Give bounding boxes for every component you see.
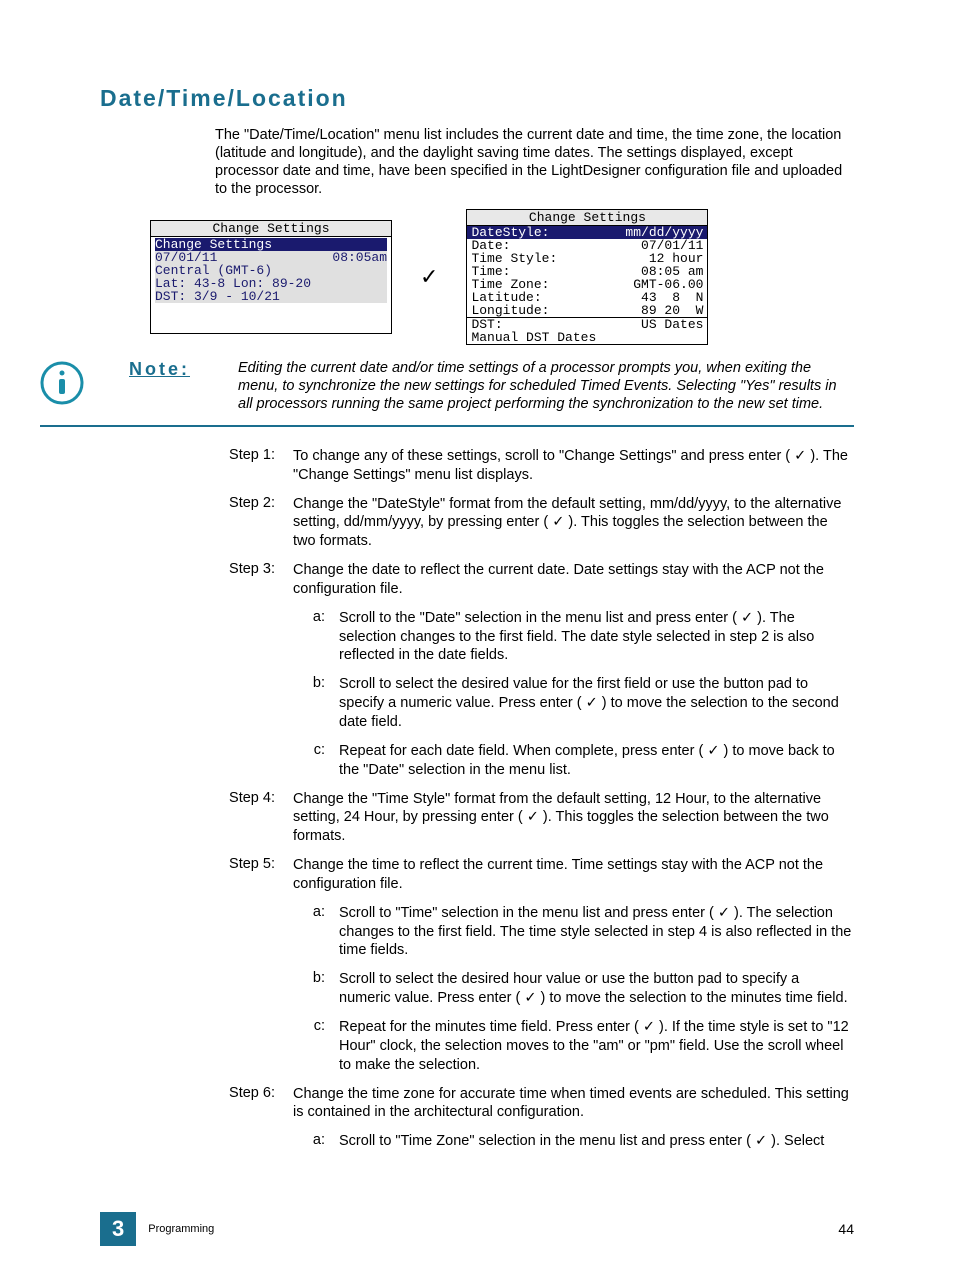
note-block: Note: Editing the current date and/or ti… <box>40 359 854 427</box>
step6a-label: a: <box>307 1132 325 1151</box>
step6-label: Step 6: <box>215 1085 275 1123</box>
check-icon: ✓ <box>707 742 719 761</box>
footer: 3 Programming 44 <box>100 1212 854 1246</box>
sb-r1r: 07/01/11 <box>641 239 703 252</box>
sb-r2r: 12 hour <box>649 252 704 265</box>
step3a-label: a: <box>307 609 325 666</box>
step5b-body: Scroll to select the desired hour value … <box>339 970 854 1008</box>
check-icon: ✓ <box>741 609 753 628</box>
step2-label: Step 2: <box>215 495 275 552</box>
step5-body: Change the time to reflect the current t… <box>293 856 854 894</box>
screen-right: Change Settings DateStyle: mm/dd/yyyy Dat… <box>466 209 708 345</box>
check-icon: ✓ <box>718 904 730 923</box>
screen-left-title: Change Settings <box>151 221 391 237</box>
intro-paragraph: The "Date/Time/Location" menu list inclu… <box>215 126 854 199</box>
page-number: 44 <box>838 1221 854 1237</box>
screen-right-title: Change Settings <box>467 210 707 226</box>
steps-list: Step 1: To change any of these settings,… <box>215 447 854 1151</box>
step5c-body: Repeat for the minutes time field. Press… <box>339 1018 854 1075</box>
step1-label: Step 1: <box>215 447 275 485</box>
sb-r3r: 08:05 am <box>641 265 703 278</box>
sb-r3l: Time: <box>471 265 510 278</box>
check-icon: ✓ <box>794 447 806 466</box>
arrow-icon: ✓ <box>420 264 438 290</box>
check-icon: ✓ <box>643 1018 655 1037</box>
sb-r6r: 89 20 W <box>641 304 703 317</box>
scr-a-row2r: 08:05am <box>332 251 387 264</box>
sb-r2l: Time Style: <box>471 252 557 265</box>
screen-left: Change Settings Change Settings 07/01/11… <box>150 220 392 334</box>
sb-r0l: DateStyle: <box>471 226 549 239</box>
step6-body: Change the time zone for accurate time w… <box>293 1085 854 1123</box>
step3-label: Step 3: <box>215 561 275 599</box>
check-icon: ✓ <box>527 808 539 827</box>
step5a-label: a: <box>307 904 325 961</box>
step3b-body: Scroll to select the desired value for t… <box>339 675 854 732</box>
check-icon: ✓ <box>586 694 598 713</box>
step5b-label: b: <box>307 970 325 1008</box>
info-icon <box>40 361 84 405</box>
note-text: Editing the current date and/or time set… <box>238 359 854 413</box>
step1-body: To change any of these settings, scroll … <box>293 447 854 485</box>
scr-a-row5: DST: 3/9 - 10/21 <box>155 290 280 303</box>
sb-r5r: 43 8 N <box>641 291 703 304</box>
sb-r6l: Longitude: <box>471 304 549 317</box>
scr-a-row2l: 07/01/11 <box>155 251 217 264</box>
step3c-label: c: <box>307 742 325 780</box>
note-label: Note: <box>129 359 190 413</box>
lcd-screens: Change Settings Change Settings 07/01/11… <box>150 209 854 345</box>
step3c-body: Repeat for each date field. When complet… <box>339 742 854 780</box>
sb-r1l: Date: <box>471 239 510 252</box>
step5-label: Step 5: <box>215 856 275 894</box>
section-title: Date/Time/Location <box>100 85 854 112</box>
sb-r0r: mm/dd/yyyy <box>625 226 703 239</box>
step6a-body: Scroll to "Time Zone" selection in the m… <box>339 1132 854 1151</box>
sb-r8l: Manual DST Dates <box>471 331 596 344</box>
step4-body: Change the "Time Style" format from the … <box>293 790 854 847</box>
step3-body: Change the date to reflect the current d… <box>293 561 854 599</box>
check-icon: ✓ <box>524 989 536 1008</box>
sb-r5l: Latitude: <box>471 291 541 304</box>
step3b-label: b: <box>307 675 325 732</box>
footer-section: Programming <box>148 1223 214 1235</box>
scr-a-row4: Lat: 43-8 Lon: 89-20 <box>155 277 311 290</box>
step2-body: Change the "DateStyle" format from the d… <box>293 495 854 552</box>
chapter-number: 3 <box>100 1212 136 1246</box>
sb-r4r: GMT-06.00 <box>633 278 703 291</box>
step5c-label: c: <box>307 1018 325 1075</box>
sb-r7l: DST: <box>471 318 502 331</box>
sb-r4l: Time Zone: <box>471 278 549 291</box>
scr-a-row1: Change Settings <box>155 238 272 251</box>
step4-label: Step 4: <box>215 790 275 847</box>
check-icon: ✓ <box>755 1132 767 1151</box>
check-icon: ✓ <box>552 513 564 532</box>
sb-r7r: US Dates <box>641 318 703 331</box>
step3a-body: Scroll to the "Date" selection in the me… <box>339 609 854 666</box>
step5a-body: Scroll to "Time" selection in the menu l… <box>339 904 854 961</box>
scr-a-row3: Central (GMT-6) <box>155 264 272 277</box>
